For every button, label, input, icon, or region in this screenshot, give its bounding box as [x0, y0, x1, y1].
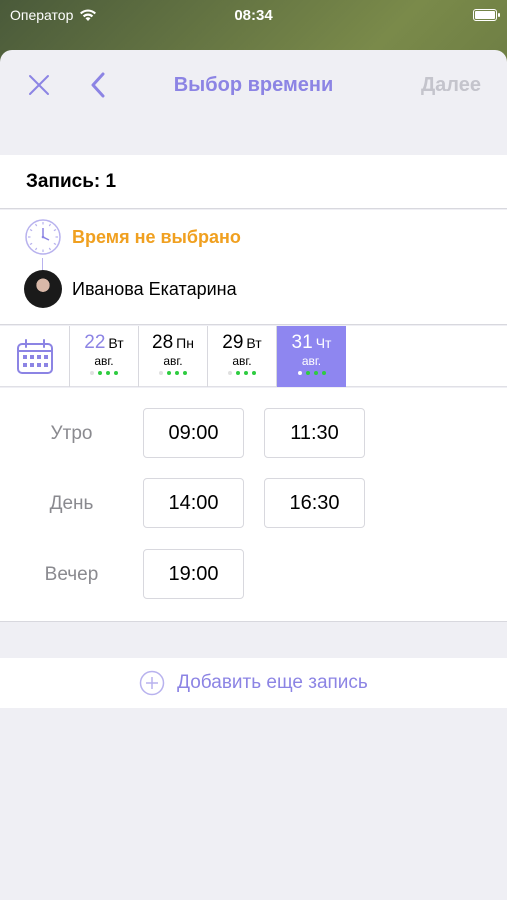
- battery-icon: [473, 9, 500, 21]
- date-month: авг.: [301, 354, 322, 368]
- date-day: 28: [152, 332, 174, 353]
- availability-dot: [313, 371, 318, 375]
- master-row[interactable]: Иванова Екатарина: [24, 270, 237, 308]
- avatar: [24, 270, 62, 308]
- availability-dots: [159, 371, 187, 375]
- date-day: 31: [291, 332, 313, 353]
- master-name: Иванова Екатарина: [72, 278, 237, 299]
- chevron-left-icon: [91, 72, 105, 98]
- availability-dot: [90, 371, 94, 375]
- date-day: 29: [222, 332, 244, 353]
- evening-label: Вечер: [44, 564, 99, 585]
- clock-icon: [25, 219, 61, 255]
- day-label: День: [49, 493, 94, 514]
- availability-dot: [167, 371, 171, 375]
- availability-dot: [236, 371, 240, 375]
- availability-dot: [175, 371, 179, 375]
- calendar-button[interactable]: [0, 326, 70, 387]
- date-cell[interactable]: 22 Вт авг.: [70, 326, 139, 387]
- date-cell[interactable]: 31 Чт авг.: [277, 326, 346, 387]
- slot-button[interactable]: 09:00: [143, 408, 244, 458]
- wifi-icon: [80, 9, 97, 21]
- carrier-label: Оператор: [10, 7, 74, 23]
- date-month: авг.: [163, 354, 183, 368]
- date-top: 29 Вт: [222, 332, 261, 354]
- date-strip: 22 Вт авг. 28 Пн авг. 29 Вт авг. 31 Чт авг.: [0, 326, 507, 387]
- availability-dot: [228, 371, 232, 375]
- availability-dots: [297, 371, 326, 375]
- availability-dots: [90, 371, 118, 375]
- availability-dot: [321, 371, 326, 375]
- date-weekday: Пн: [176, 335, 194, 351]
- availability-dot: [305, 371, 310, 375]
- calendar-icon: [16, 338, 53, 374]
- add-record-label: Добавить еще запись: [177, 672, 368, 693]
- add-record-button[interactable]: Добавить еще запись: [0, 658, 507, 708]
- slot-button[interactable]: 16:30: [264, 478, 365, 528]
- slot-button[interactable]: 19:00: [143, 549, 244, 599]
- availability-dot: [252, 371, 256, 375]
- date-top: 31 Чт: [292, 332, 332, 354]
- date-weekday: Чт: [315, 335, 332, 351]
- back-button[interactable]: [88, 71, 108, 99]
- availability-dot: [297, 371, 302, 375]
- record-header: Запись: 1: [0, 155, 507, 209]
- time-status-row[interactable]: Время не выбрано: [24, 218, 241, 256]
- availability-dot: [106, 371, 110, 375]
- selection-info: Время не выбрано Иванова Екатарина: [0, 210, 507, 325]
- availability-dot: [183, 371, 187, 375]
- time-slots: Утро 09:00 11:30 День 14:00 16:30 Вечер …: [0, 388, 507, 622]
- modal-sheet: Выбор времени Далее Запись: 1 Время не в…: [0, 50, 507, 900]
- availability-dots: [228, 371, 256, 375]
- date-cell[interactable]: 29 Вт авг.: [208, 326, 277, 387]
- date-day: 22: [84, 332, 106, 353]
- date-cells: 22 Вт авг. 28 Пн авг. 29 Вт авг. 31 Чт авг.: [70, 326, 346, 387]
- status-left: Оператор: [10, 7, 97, 23]
- close-button[interactable]: [26, 72, 52, 98]
- date-month: авг.: [94, 354, 114, 368]
- morning-label: Утро: [50, 423, 93, 444]
- availability-dot: [98, 371, 102, 375]
- availability-dot: [244, 371, 248, 375]
- date-top: 28 Пн: [152, 332, 194, 354]
- slot-button[interactable]: 11:30: [264, 408, 365, 458]
- date-month: авг.: [232, 354, 252, 368]
- close-icon: [29, 75, 49, 95]
- slot-button[interactable]: 14:00: [143, 478, 244, 528]
- date-weekday: Вт: [246, 335, 262, 351]
- date-cell[interactable]: 28 Пн авг.: [139, 326, 208, 387]
- nav-bar: Выбор времени Далее: [0, 50, 507, 120]
- status-bar: Оператор 08:34: [0, 0, 507, 30]
- plus-circle-icon: [139, 670, 165, 696]
- date-top: 22 Вт: [84, 332, 123, 354]
- availability-dot: [114, 371, 118, 375]
- availability-dot: [159, 371, 163, 375]
- next-button[interactable]: Далее: [421, 74, 481, 97]
- date-weekday: Вт: [108, 335, 124, 351]
- time-status-label: Время не выбрано: [72, 226, 241, 247]
